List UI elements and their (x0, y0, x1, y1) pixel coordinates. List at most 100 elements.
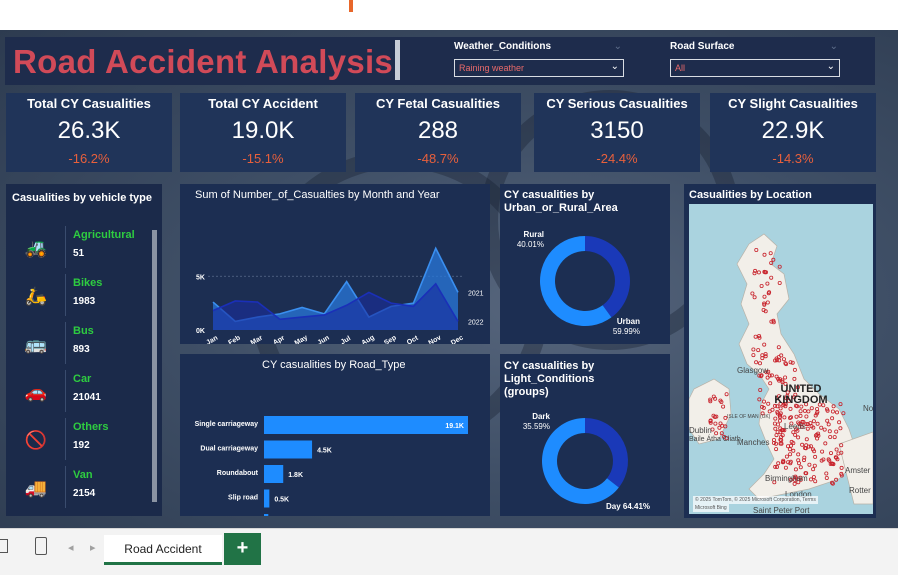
donut-slice-rural (585, 236, 630, 318)
x-tick-label: Mar (250, 334, 265, 344)
x-tick-label: Nov (427, 334, 442, 344)
chevron-down-icon[interactable]: ⌄ (614, 41, 622, 52)
van-icon: 🚚 (24, 478, 48, 498)
vehicle-value: 21041 (73, 392, 101, 403)
x-tick-label: Oct (406, 334, 420, 344)
kpi-card-total-casualities[interactable]: Total CY Casualities 26.3K -16.2% (6, 93, 172, 172)
map-label-amsterdam: Amster (845, 466, 871, 475)
chevron-down-icon[interactable]: ⌄ (611, 61, 619, 72)
series-label-2022: 2022 (468, 319, 484, 326)
bar (264, 465, 284, 483)
vehicle-row-divider (65, 322, 66, 364)
vehicle-value: 192 (73, 440, 90, 451)
kpi-change: -15.1% (242, 151, 284, 166)
vehicle-list-scrollbar[interactable] (152, 230, 157, 502)
x-tick-label: May (294, 334, 309, 344)
page-view-icon[interactable] (0, 539, 8, 553)
vehicle-row[interactable]: 🚜 Agricultural 51 (12, 226, 152, 274)
road-surface-slicer[interactable]: Road Surface ⌄ All ⌄ (670, 41, 840, 77)
donut-value-label: 40.01% (517, 240, 544, 249)
urban-rural-donut: Rural40.01% Urban59.99% (517, 230, 640, 336)
add-sheet-button[interactable]: + (224, 533, 261, 565)
vehicle-row[interactable]: 🚗 Car 21041 (12, 370, 152, 418)
chevron-down-icon[interactable]: ⌄ (827, 61, 835, 72)
tab-prev-icon[interactable]: ◂ (68, 541, 74, 554)
kpi-card-serious-casualities[interactable]: CY Serious Casualities 3150 -24.4% (534, 93, 700, 172)
kpi-card-total-accident[interactable]: Total CY Accident 19.0K -15.1% (180, 93, 346, 172)
map-label-dublin: Dublin (689, 426, 712, 435)
vehicle-value: 1983 (73, 296, 96, 307)
kpi-title: CY Serious Casualities (546, 96, 688, 111)
donut-label: Urban (617, 317, 640, 326)
vehicle-value: 51 (73, 248, 85, 259)
bar (264, 489, 270, 508)
vehicle-row[interactable]: 🚌 Bus 893 (12, 322, 152, 370)
monthly-area-chart: 5K 0K 2021 2022 Jan Feb Mar Apr May Jun Jul Aug Sep O… (196, 246, 484, 344)
tractor-icon: 🚜 (24, 238, 48, 258)
kpi-title: CY Fetal Casualities (375, 96, 501, 111)
top-marker (349, 0, 353, 12)
page-title: Road Accident Analysis (13, 43, 394, 80)
bar-value-label: 0.5K (274, 497, 289, 504)
map-label-glasgow: Glasgow (737, 366, 769, 375)
location-point (841, 411, 846, 416)
x-tick-label: Sep (383, 334, 398, 344)
x-tick-label: Jul (340, 335, 352, 344)
road-surface-dropdown[interactable]: All ⌄ (670, 59, 840, 77)
vehicle-row-divider (65, 370, 66, 412)
series-label-2021: 2021 (468, 290, 484, 297)
kpi-card-slight-casualities[interactable]: CY Slight Casualities 22.9K -14.3% (710, 93, 876, 172)
kpi-title: Total CY Casualities (27, 96, 151, 111)
bar (264, 514, 269, 516)
chevron-down-icon[interactable]: ⌄ (830, 41, 838, 52)
kpi-value: 288 (417, 117, 459, 144)
bar (264, 416, 468, 434)
prohibited-icon: 🚫 (24, 430, 48, 450)
vehicle-name: Bikes (73, 277, 103, 289)
light-conditions-donut: Dark35.59% Day 64.41% (523, 412, 650, 511)
mobile-view-icon[interactable] (35, 537, 47, 555)
weather-slicer[interactable]: Weather_Conditions ⌄ Raining weather ⌄ (454, 41, 624, 77)
x-tick-label: Jan (205, 335, 219, 344)
vehicle-name: Van (73, 469, 93, 481)
location-point (757, 397, 762, 402)
vehicle-row[interactable]: 🚚 Van 2154 (12, 466, 152, 514)
x-tick-label: Dec (450, 334, 465, 344)
road-type-panel: CY casualities by Road_Type Single carri… (180, 354, 490, 516)
location-point (758, 387, 763, 392)
map-label-baile-atha-cliath: Baile Átha Cliath (689, 436, 741, 443)
vehicle-name: Others (73, 421, 109, 433)
vehicle-row-divider (65, 418, 66, 460)
vehicle-row-divider (65, 274, 66, 316)
kpi-card-fetal-casualities[interactable]: CY Fetal Casualities 288 -48.7% (355, 93, 521, 172)
vehicle-row-divider (65, 226, 66, 268)
kpi-change: -24.4% (596, 151, 638, 166)
tab-next-icon[interactable]: ▸ (90, 541, 96, 554)
map-label-birmingham: Birmingham (765, 474, 808, 483)
motorbike-icon: 🛵 (24, 286, 48, 306)
x-tick-label: Aug (361, 334, 376, 344)
kpi-value: 3150 (590, 117, 644, 144)
map-label-saint-peter-port: Saint Peter Port (753, 506, 810, 514)
weather-dropdown[interactable]: Raining weather ⌄ (454, 59, 624, 77)
report-canvas: Road Accident Analysis Weather_Condition… (0, 30, 898, 528)
bar-category-label: Dual carriageway (200, 446, 258, 453)
kpi-change: -48.7% (417, 151, 459, 166)
location-map[interactable]: Glasgow UNITED KINGDOM ISLE OF MAN (UK) … (689, 204, 873, 514)
road-type-bar-chart: Single carriageway 19.1K Dual carriageway 4… (195, 416, 468, 516)
kpi-title: Total CY Accident (208, 96, 318, 111)
x-tick-label: Feb (227, 335, 241, 344)
vehicle-row-divider (65, 466, 66, 508)
map-label-isle-of-man: ISLE OF MAN (UK) (727, 414, 771, 420)
location-point (777, 264, 782, 269)
bar-value-label: 1.8K (288, 472, 303, 479)
vehicle-row[interactable]: 🚫 Others 192 (12, 418, 152, 466)
x-tick-label: Jun (316, 335, 330, 344)
vehicle-row[interactable]: 🛵 Bikes 1983 (12, 274, 152, 322)
y-tick-label: 0K (196, 328, 205, 335)
map-label-manchester: Manches (737, 438, 770, 447)
light-conditions-panel: CY casualities by Light_Conditions (grou… (500, 354, 670, 516)
urban-rural-panel: CY casualities by Urban_or_Rural_Area Ru… (500, 184, 670, 344)
tab-road-accident[interactable]: Road Accident (104, 535, 222, 565)
map-label-rotterdam: Rotter (849, 486, 871, 495)
